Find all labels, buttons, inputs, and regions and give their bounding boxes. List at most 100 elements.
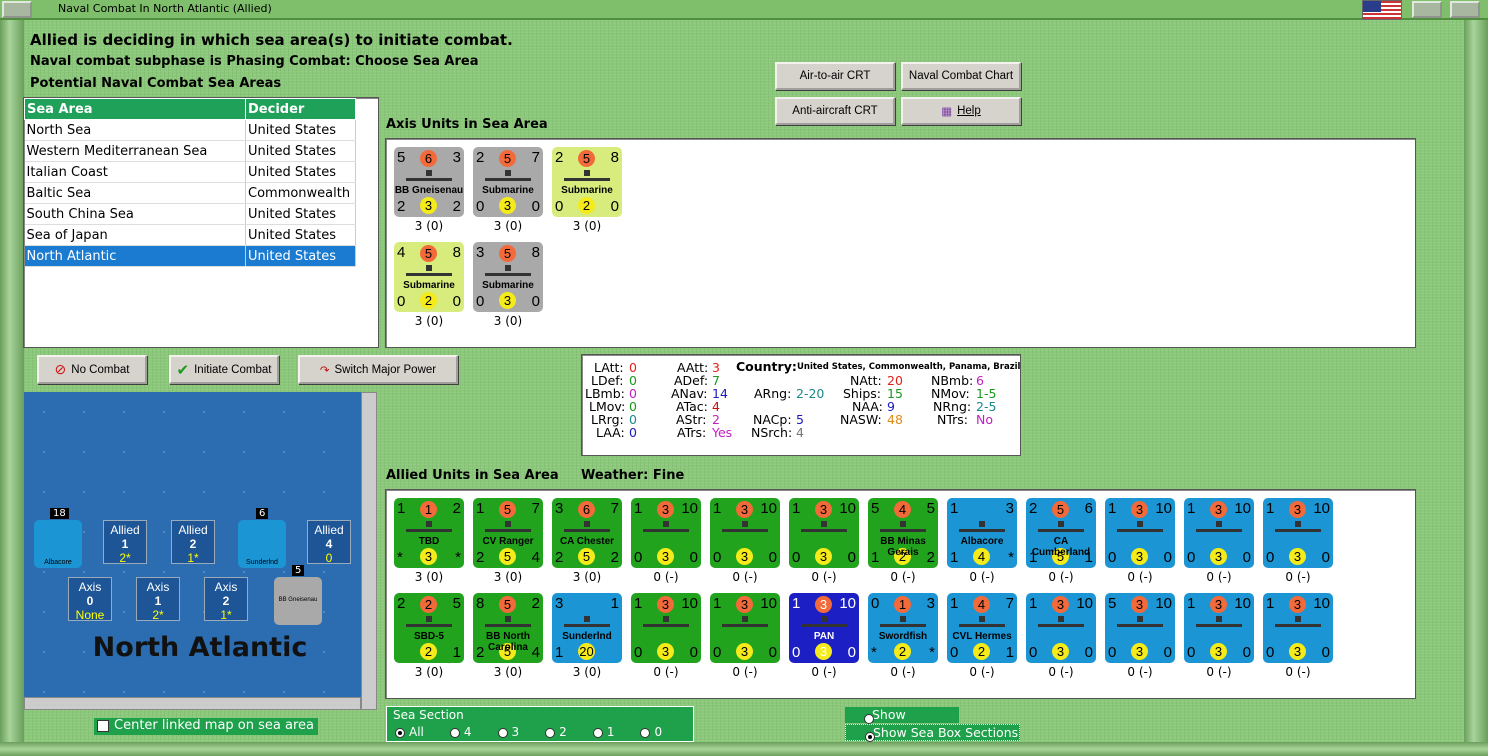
allied-unit-counter[interactable]: 3 7 2 2 6 5 CA Chester <box>552 498 622 568</box>
allied-unit-counter[interactable]: 1 2 * * 1 3 TBD <box>394 498 464 568</box>
sea-section-radio[interactable] <box>395 727 405 738</box>
top-left-value: 1 <box>713 595 722 612</box>
sea-area-row[interactable]: North Atlantic United States <box>24 245 356 267</box>
allied-unit-counter[interactable]: 1 10 0 0 3 3 <box>789 498 859 568</box>
sea-section-option[interactable]: 4 <box>449 725 472 739</box>
sea-section-radio[interactable] <box>640 727 651 738</box>
map-axis-box-1[interactable]: Axis 0 None <box>68 577 112 622</box>
allied-unit-counter[interactable]: 1 7 2 4 5 5 CV Ranger <box>473 498 543 568</box>
top-left-value: 1 <box>476 500 485 517</box>
sea-area-row[interactable]: Italian Coast United States <box>24 161 356 183</box>
unit-strength-label: 0 (-) <box>1206 570 1232 584</box>
minimize-button[interactable] <box>1412 1 1442 18</box>
sea-area-row[interactable]: Western Mediterranean Sea United States <box>24 140 356 162</box>
switch-major-power-button[interactable]: ↷ Switch Major Power <box>298 355 458 384</box>
axis-unit-counter[interactable]: 5 3 2 2 6 3 BB Gneisenau <box>394 147 464 217</box>
show-sea-box-radio[interactable] <box>865 731 875 742</box>
sea-area-row[interactable]: North Sea United States <box>24 119 356 141</box>
attack-circle: 6 <box>578 501 595 518</box>
anti-aircraft-crt-button[interactable]: Anti-aircraft CRT <box>775 97 895 125</box>
map-axis-box-3[interactable]: Axis 2 1* <box>204 577 248 622</box>
bottom-right-value: 0 <box>847 549 856 566</box>
center-map-checkbox-row[interactable]: Center linked map on sea area <box>94 718 318 735</box>
air-to-air-crt-button[interactable]: Air-to-air CRT <box>775 62 895 90</box>
map-albacore-counter[interactable]: Albacore <box>34 520 82 568</box>
allied-unit-counter[interactable]: 0 3 * * 1 2 Swordfish <box>868 593 938 663</box>
ship-silhouette-icon <box>643 521 689 532</box>
sea-section-option[interactable]: All <box>395 725 424 739</box>
col-decider[interactable]: Decider <box>245 98 356 120</box>
axis-unit-counter[interactable]: 3 8 0 0 5 3 Submarine <box>473 242 543 312</box>
naval-combat-chart-button[interactable]: Naval Combat Chart <box>901 62 1021 90</box>
map-axis-count: 2 <box>222 594 230 608</box>
unit-strength-label: 3 (0) <box>572 570 602 584</box>
sea-section-radio[interactable] <box>545 727 556 738</box>
help-button[interactable]: ▦ Help <box>901 97 1021 125</box>
show-damage-radio[interactable] <box>864 713 874 724</box>
top-right-value: 3 <box>452 149 461 166</box>
allied-unit-counter[interactable]: 1 10 0 0 3 3 <box>1026 593 1096 663</box>
map-allied-box-2[interactable]: Allied 2 1* <box>171 520 215 565</box>
map-sunderland-counter[interactable]: Sunderlnd <box>238 520 286 568</box>
sea-section-radio[interactable] <box>449 727 460 738</box>
map-allied-box-1[interactable]: Allied 1 2* <box>103 520 147 565</box>
allied-unit-counter[interactable]: 2 6 1 1 5 5 CA Cumberland <box>1026 498 1096 568</box>
system-menu-button[interactable] <box>2 1 32 18</box>
map-vertical-scrollbar[interactable] <box>361 392 377 710</box>
allied-unit-counter[interactable]: 1 10 0 0 3 3 <box>1105 498 1175 568</box>
sea-area-row[interactable]: Baltic Sea Commonwealth <box>24 182 356 204</box>
sea-area-list[interactable]: Sea Area Decider North Sea United States W… <box>23 97 379 348</box>
allied-unit-counter[interactable]: 1 10 0 0 3 3 PAN <box>789 593 859 663</box>
allied-unit-counter[interactable]: 1 10 0 0 3 3 <box>1184 593 1254 663</box>
sea-area-row[interactable]: Sea of Japan United States <box>24 224 356 246</box>
show-sea-box-option[interactable]: Show Sea Box Sections <box>845 724 1020 742</box>
ship-silhouette-icon <box>1038 521 1084 532</box>
no-combat-button[interactable]: ⊘ No Combat <box>37 355 147 384</box>
unit-strength-label: 0 (-) <box>732 570 758 584</box>
sea-area-map[interactable]: Albacore 18 Allied 1 2* Allied 2 1* Sunderln… <box>24 392 361 698</box>
allied-unit-counter[interactable]: 1 7 0 1 4 2 CVL Hermes <box>947 593 1017 663</box>
allied-unit-counter[interactable]: 3 1 1 20 Sunderlnd <box>552 593 622 663</box>
sea-section-radio[interactable] <box>592 727 603 738</box>
axis-unit-counter[interactable]: 4 8 0 0 5 2 Submarine <box>394 242 464 312</box>
allied-unit-counter[interactable]: 5 5 1 2 4 2 BB Minas Gerais <box>868 498 938 568</box>
bottom-right-value: 0 <box>1321 644 1330 661</box>
map-gneisenau-counter[interactable]: BB Gneisenau <box>274 577 322 625</box>
ship-silhouette-icon <box>485 616 531 627</box>
unit-strength-label: 3 (0) <box>493 314 523 328</box>
allied-unit-counter[interactable]: 5 10 0 0 3 3 <box>1105 593 1175 663</box>
sea-section-option[interactable]: 2 <box>545 725 567 739</box>
defense-circle: 3 <box>1052 643 1069 660</box>
top-right-value: 10 <box>1234 500 1251 517</box>
close-button[interactable] <box>1450 1 1480 18</box>
col-sea-area[interactable]: Sea Area <box>24 98 246 120</box>
allied-unit-counter[interactable]: 1 3 1 * 4 Albacore <box>947 498 1017 568</box>
allied-unit-counter[interactable]: 2 5 1 2 2 SBD-5 <box>394 593 464 663</box>
initiate-combat-button[interactable]: ✔ Initiate Combat <box>169 355 279 384</box>
allied-unit-counter[interactable]: 1 10 0 0 3 3 <box>710 593 780 663</box>
allied-unit-counter[interactable]: 1 10 0 0 3 3 <box>1184 498 1254 568</box>
sea-area-row[interactable]: South China Sea United States <box>24 203 356 225</box>
sea-section-option[interactable]: 3 <box>497 725 519 739</box>
allied-unit-counter[interactable]: 1 10 0 0 3 3 <box>710 498 780 568</box>
ship-silhouette-icon <box>643 616 689 627</box>
show-damage-option[interactable]: Show Damage <box>845 707 959 737</box>
map-allied-box-3[interactable]: Allied 4 0 <box>307 520 351 565</box>
map-horizontal-scrollbar[interactable] <box>24 697 361 710</box>
allied-unit-counter[interactable]: 1 10 0 0 3 3 <box>631 498 701 568</box>
axis-unit-counter[interactable]: 2 8 0 0 5 2 Submarine <box>552 147 622 217</box>
sea-section-option[interactable]: 0 <box>640 725 662 739</box>
defense-circle: 3 <box>420 548 437 565</box>
allied-unit-counter[interactable]: 1 10 0 0 3 3 <box>1263 498 1333 568</box>
center-map-checkbox[interactable] <box>97 720 109 732</box>
top-right-value: 10 <box>1234 595 1251 612</box>
allied-unit-counter[interactable]: 8 2 2 4 5 5 BB North Carolina <box>473 593 543 663</box>
unit-name: Albacore <box>960 536 1004 547</box>
allied-unit-counter[interactable]: 1 10 0 0 3 3 <box>631 593 701 663</box>
sea-section-option[interactable]: 1 <box>592 725 614 739</box>
map-axis-box-2[interactable]: Axis 1 2* <box>136 577 180 622</box>
top-left-value: 8 <box>476 595 485 612</box>
allied-unit-counter[interactable]: 1 10 0 0 3 3 <box>1263 593 1333 663</box>
axis-unit-counter[interactable]: 2 7 0 0 5 3 Submarine <box>473 147 543 217</box>
sea-section-radio[interactable] <box>497 727 508 738</box>
